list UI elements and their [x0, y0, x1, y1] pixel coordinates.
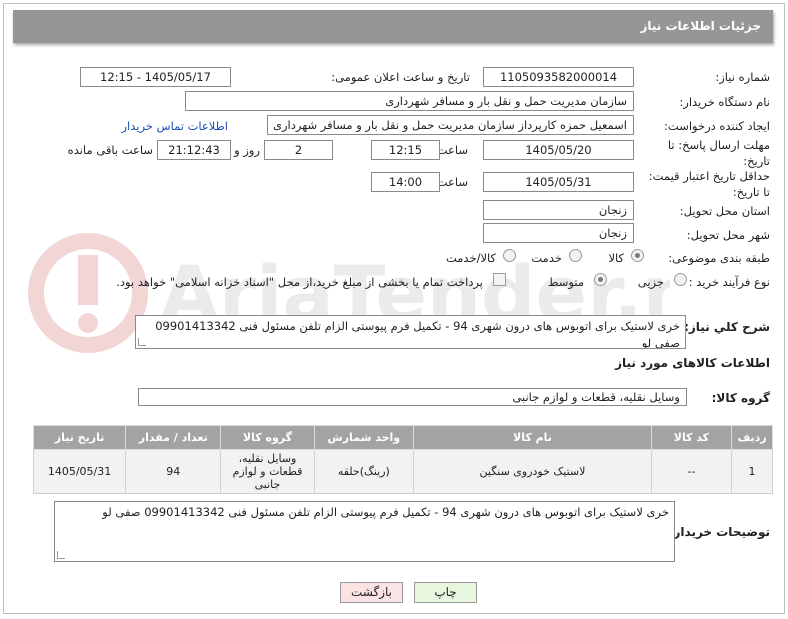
cell-row: 1: [731, 449, 773, 494]
announce-date-field: 1405/05/17 - 12:15: [80, 67, 231, 87]
col-group: گروه کالا: [220, 425, 315, 450]
cell-group: وسایل نقلیه، قطعات و لوازم جانبی: [220, 449, 315, 494]
description-text: خری لاستیک برای اتوبوس های درون شهری 94 …: [155, 319, 680, 349]
announce-date-label: تاریخ و ساعت اعلان عمومی:: [331, 70, 470, 84]
goods-group-label: گروه کالا:: [711, 391, 770, 405]
table-row: 1 -- لاستیک خودروی سنگین (رینگ)حلقه وسای…: [32, 449, 773, 494]
reply-date-field: 1405/05/20: [483, 140, 634, 160]
category-radio-service[interactable]: [569, 249, 582, 262]
col-date: تاریخ نیاز: [32, 425, 127, 450]
goods-section-title: اطلاعات کالاهای مورد نیاز: [615, 356, 770, 370]
category-label: طبقه بندی موضوعی:: [668, 251, 770, 265]
cell-unit: (رینگ)حلقه: [313, 449, 415, 494]
reply-time-field: 12:15: [371, 140, 440, 160]
back-button[interactable]: بازگشت: [340, 582, 403, 603]
category-option-service: خدمت: [531, 251, 562, 265]
validity-time-label: ساعت: [436, 175, 468, 189]
goods-table-header: ردیف کد کالا نام کالا واحد شمارش گروه کا…: [32, 425, 773, 450]
resize-handle-icon[interactable]: [138, 338, 146, 346]
remaining-time-label: ساعت باقی مانده: [67, 143, 153, 157]
creator-field: اسمعیل حمزه کارپرداز سازمان مدیریت حمل و…: [267, 115, 634, 135]
treasury-payment-note: پرداخت تمام یا بخشی از مبلغ خرید،از محل …: [116, 275, 483, 289]
cell-qty: 94: [125, 449, 222, 494]
col-row: ردیف: [731, 425, 773, 450]
buyer-notes-text: خری لاستیک برای اتوبوس های درون شهری 94 …: [102, 505, 669, 519]
buyer-notes-label: توضیحات خریدار:: [668, 525, 770, 539]
days-label: روز و: [234, 143, 260, 157]
treasury-payment-checkbox[interactable]: [493, 273, 506, 286]
cell-date: 1405/05/31: [32, 449, 127, 494]
description-textarea: خری لاستیک برای اتوبوس های درون شهری 94 …: [135, 315, 686, 349]
print-button[interactable]: چاپ: [414, 582, 477, 603]
description-label: شرح کلي نياز:: [684, 320, 770, 334]
col-name: نام کالا: [413, 425, 652, 450]
cell-name: لاستیک خودروی سنگین: [413, 449, 652, 494]
process-label: نوع فرآیند خرید :: [688, 275, 770, 289]
city-field: زنجان: [483, 223, 634, 243]
province-field: زنجان: [483, 200, 634, 220]
creator-label: ایجاد کننده درخواست:: [664, 119, 770, 133]
category-radio-goods-service[interactable]: [503, 249, 516, 262]
resize-handle-icon[interactable]: [57, 551, 65, 559]
buyer-org-label: نام دستگاه خریدار:: [679, 95, 770, 109]
validity-date-field: 1405/05/31: [483, 172, 634, 192]
days-field: 2: [264, 140, 333, 160]
province-label: استان محل تحویل:: [679, 204, 770, 218]
remaining-time-field: 21:12:43: [157, 140, 231, 160]
reply-deadline-label: مهلت ارسال پاسخ: تا تاریخ:: [667, 138, 770, 168]
need-number-label: شماره نیاز:: [715, 70, 770, 84]
buyer-org-field: سازمان مدیریت حمل و نقل بار و مسافر شهرد…: [185, 91, 634, 111]
city-label: شهر محل تحویل:: [686, 228, 770, 242]
contact-info-link[interactable]: اطلاعات تماس خریدار: [121, 119, 228, 133]
goods-group-field: وسایل نقلیه، قطعات و لوازم جانبی: [138, 388, 687, 406]
category-option-goods: کالا: [608, 251, 624, 265]
price-validity-label: حداقل تاریخ اعتبار قیمت: تا تاریخ:: [648, 169, 770, 199]
col-code: کد کالا: [650, 425, 733, 450]
need-number-field: 1105093582000014: [483, 67, 634, 87]
process-radio-medium[interactable]: [594, 273, 607, 286]
cell-code: --: [650, 449, 733, 494]
process-radio-minor[interactable]: [674, 273, 687, 286]
validity-time-field: 14:00: [371, 172, 440, 192]
category-option-goods-service: کالا/خدمت: [445, 251, 496, 265]
buyer-notes-textarea: خری لاستیک برای اتوبوس های درون شهری 94 …: [54, 501, 675, 562]
goods-table: ردیف کد کالا نام کالا واحد شمارش گروه کا…: [32, 425, 773, 494]
col-qty: تعداد / مقدار: [125, 425, 222, 450]
process-option-minor: جزیی: [637, 275, 664, 289]
col-unit: واحد شمارش: [313, 425, 415, 450]
page-header: جزئیات اطلاعات نیاز: [13, 10, 773, 43]
category-radio-goods[interactable]: [631, 249, 644, 262]
process-option-medium: متوسط: [547, 275, 584, 289]
reply-time-label: ساعت: [436, 143, 468, 157]
